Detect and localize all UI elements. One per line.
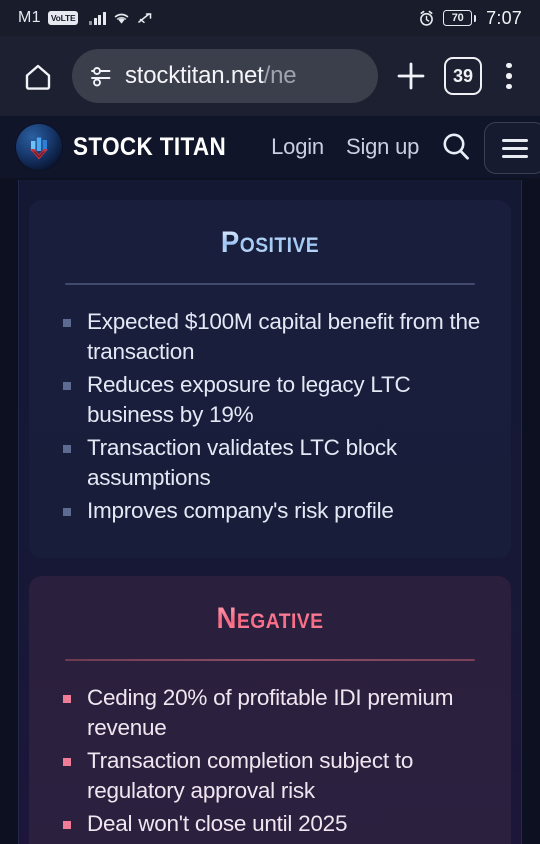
negative-card-divider (65, 659, 475, 661)
list-item: Ceding 20% of profitable IDI premium rev… (61, 683, 485, 743)
status-bar-clock: 7:07 (486, 7, 522, 28)
carrier-label: M1 (18, 9, 41, 26)
content-container: Positive Expected $100M capital benefit … (18, 180, 522, 844)
sentiment-cards: Positive Expected $100M capital benefit … (19, 180, 521, 844)
search-icon[interactable] (439, 130, 473, 164)
tune-icon[interactable] (88, 63, 114, 89)
volte-badge: VoLTE (47, 11, 79, 25)
url-text[interactable]: stocktitan.net/ne (125, 62, 296, 90)
nav-signup[interactable]: Sign up (346, 134, 419, 160)
negative-card-title: Negative (48, 602, 491, 636)
tab-counter[interactable]: 39 (444, 57, 482, 95)
stock-titan-logo-icon[interactable] (16, 124, 62, 170)
list-item: Reduces exposure to legacy LTC business … (61, 370, 485, 430)
positive-card-title: Positive (48, 226, 491, 260)
three-dot-menu-icon[interactable] (492, 56, 526, 96)
browser-toolbar: stocktitan.net/ne 39 (0, 36, 540, 116)
site-header: STOCK TITAN Login Sign up (0, 116, 540, 178)
url-bar[interactable]: stocktitan.net/ne (72, 49, 378, 103)
battery-percent-label: 70 (451, 12, 464, 24)
hamburger-menu-icon[interactable] (484, 122, 540, 174)
url-path: /ne (263, 62, 297, 89)
list-item: Transaction validates LTC block assumpti… (61, 433, 485, 493)
header-nav: Login Sign up (271, 134, 419, 160)
list-item: Deal won't close until 2025 (61, 809, 485, 839)
battery-cap (473, 14, 477, 22)
status-bar-right: 70 7:07 (418, 8, 522, 29)
status-bar: M1 VoLTE 70 7:07 (0, 0, 540, 36)
positive-bullet-list: Expected $100M capital benefit from the … (61, 307, 485, 525)
negative-bullet-list: Ceding 20% of profitable IDI premium rev… (61, 683, 485, 839)
brand-name[interactable]: STOCK TITAN (73, 133, 226, 162)
status-bar-left: M1 VoLTE (18, 9, 418, 27)
nav-login[interactable]: Login (271, 134, 324, 160)
list-item: Transaction completion subject to regula… (61, 746, 485, 806)
wifi-icon (113, 11, 130, 25)
list-item: Expected $100M capital benefit from the … (61, 307, 485, 367)
battery-indicator: 70 (443, 10, 477, 26)
alarm-clock-icon (418, 10, 435, 27)
positive-card-divider (65, 283, 475, 285)
url-host: stocktitan.net (125, 62, 264, 89)
list-item: Improves company's risk profile (61, 496, 485, 526)
positive-card: Positive Expected $100M capital benefit … (29, 200, 511, 558)
home-icon[interactable] (14, 52, 62, 100)
phone-screen: M1 VoLTE 70 7:07 stocktitan.net/ne 39 ST… (0, 0, 540, 844)
plus-icon[interactable] (388, 53, 434, 99)
negative-card: Negative Ceding 20% of profitable IDI pr… (29, 576, 511, 844)
data-saver-icon (137, 11, 155, 25)
signal-bars-icon (89, 11, 106, 25)
page-content: Positive Expected $100M capital benefit … (0, 180, 540, 844)
